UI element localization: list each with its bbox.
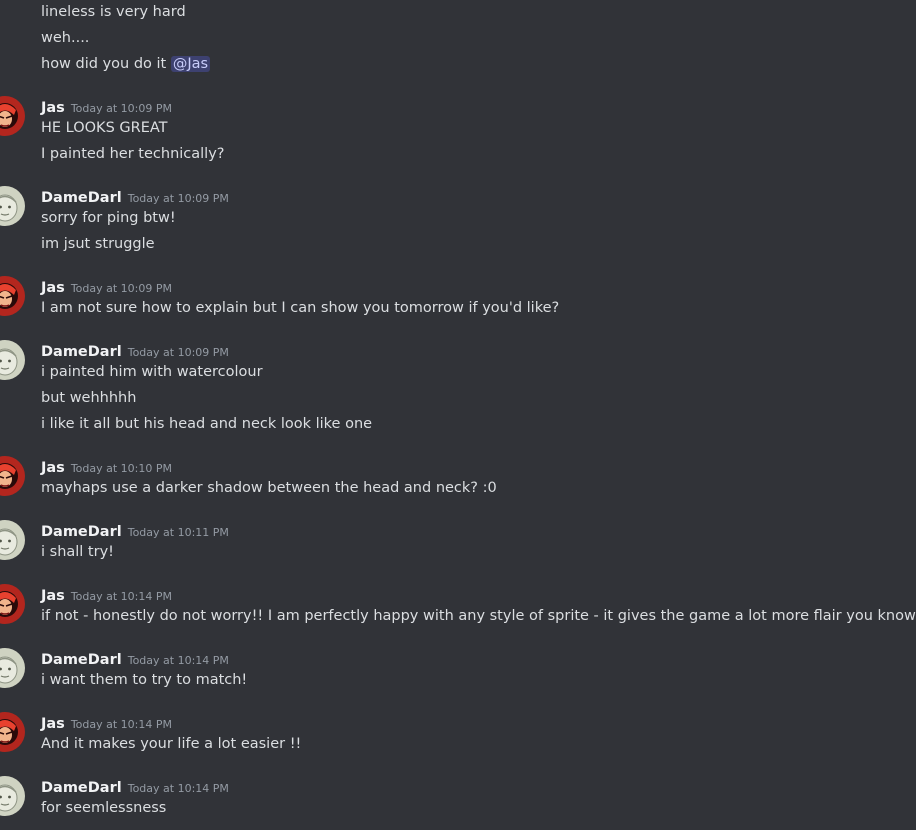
message-content: but wehhhhh — [41, 389, 136, 407]
jas-avatar[interactable] — [0, 584, 25, 624]
author-name[interactable]: Jas — [41, 588, 65, 604]
damedarl-avatar[interactable] — [0, 340, 25, 380]
message-text: i like it all but his head and neck look… — [41, 416, 373, 432]
message-list: lineless is very hard weh.... how did you … — [0, 0, 916, 830]
message-timestamp[interactable]: Today at 10:14 PM — [128, 782, 229, 795]
message-timestamp[interactable]: Today at 10:14 PM — [71, 590, 172, 603]
message-text: but wehhhhh — [41, 390, 137, 406]
message-timestamp[interactable]: Today at 10:14 PM — [71, 718, 172, 731]
author-name[interactable]: Jas — [41, 460, 65, 476]
author-name[interactable]: DameDarl — [41, 652, 122, 668]
message-text: sorry for ping btw! — [41, 210, 176, 226]
message-header: DameDarl Today at 10:09 PM — [41, 342, 229, 362]
message-content: mayhaps use a darker shadow between the … — [41, 479, 497, 497]
message-content: i want them to try to match! — [41, 671, 247, 689]
jas-avatar[interactable] — [0, 276, 25, 316]
message-content: lineless is very hard — [41, 3, 186, 21]
message-header: DameDarl Today at 10:14 PM — [41, 650, 229, 670]
author-name[interactable]: DameDarl — [41, 780, 122, 796]
message-content: i shall try! — [41, 543, 114, 561]
message-content: i like it all but his head and neck look… — [41, 415, 372, 433]
message-content: HE LOOKS GREAT — [41, 119, 168, 137]
message-timestamp[interactable]: Today at 10:09 PM — [128, 192, 229, 205]
message-content: sorry for ping btw! — [41, 209, 176, 227]
message-text: mayhaps use a darker shadow between the … — [41, 480, 497, 496]
message-content: im jsut struggle — [41, 235, 155, 253]
message-timestamp[interactable]: Today at 10:09 PM — [71, 102, 172, 115]
message-text: lineless is very hard — [41, 4, 186, 20]
message-text: I am not sure how to explain but I can s… — [41, 300, 560, 316]
message-content: for seemlessness — [41, 799, 166, 817]
author-name[interactable]: DameDarl — [41, 344, 122, 360]
message-text: And it makes your life a lot easier !! — [41, 736, 302, 752]
message-text: i want them to try to match! — [41, 672, 248, 688]
message-text: im jsut struggle — [41, 236, 155, 252]
message-text: i painted him with watercolour — [41, 364, 263, 380]
message-content: And it makes your life a lot easier !! — [41, 735, 301, 753]
message-text: weh.... — [41, 30, 90, 46]
message-timestamp[interactable]: Today at 10:10 PM — [71, 462, 172, 475]
message-timestamp[interactable]: Today at 10:14 PM — [128, 654, 229, 667]
message-header: Jas Today at 10:09 PM — [41, 98, 172, 118]
message-timestamp[interactable]: Today at 10:09 PM — [128, 346, 229, 359]
message-text: i shall try! — [41, 544, 114, 560]
message-header: Jas Today at 10:14 PM — [41, 586, 172, 606]
author-name[interactable]: DameDarl — [41, 190, 122, 206]
message-content: I am not sure how to explain but I can s… — [41, 299, 559, 317]
message-text: I painted her technically? — [41, 146, 225, 162]
author-name[interactable]: DameDarl — [41, 524, 122, 540]
author-name[interactable]: Jas — [41, 716, 65, 732]
message-text: if not - honestly do not worry!! I am pe… — [41, 608, 916, 624]
jas-avatar[interactable] — [0, 712, 25, 752]
message-content: how did you do it @Jas — [41, 55, 211, 73]
message-header: DameDarl Today at 10:09 PM — [41, 188, 229, 208]
message-text: for seemlessness — [41, 800, 167, 816]
jas-avatar[interactable] — [0, 456, 25, 496]
damedarl-avatar[interactable] — [0, 186, 25, 226]
message-content: I painted her technically? — [41, 145, 224, 163]
message-text: HE LOOKS GREAT — [41, 120, 168, 136]
message-header: DameDarl Today at 10:11 PM — [41, 522, 229, 542]
author-name[interactable]: Jas — [41, 280, 65, 296]
damedarl-avatar[interactable] — [0, 776, 25, 816]
message-text: how did you do it — [41, 56, 171, 72]
damedarl-avatar[interactable] — [0, 520, 25, 560]
message-header: Jas Today at 10:14 PM — [41, 714, 172, 734]
damedarl-avatar[interactable] — [0, 648, 25, 688]
user-mention[interactable]: @Jas — [170, 56, 211, 72]
message-content: weh.... — [41, 29, 89, 47]
message-content: if not - honestly do not worry!! I am pe… — [41, 607, 916, 625]
message-content: i painted him with watercolour — [41, 363, 263, 381]
message-header: Jas Today at 10:09 PM — [41, 278, 172, 298]
message-timestamp[interactable]: Today at 10:09 PM — [71, 282, 172, 295]
message-header: Jas Today at 10:10 PM — [41, 458, 172, 478]
message-timestamp[interactable]: Today at 10:11 PM — [128, 526, 229, 539]
jas-avatar[interactable] — [0, 96, 25, 136]
author-name[interactable]: Jas — [41, 100, 65, 116]
message-header: DameDarl Today at 10:14 PM — [41, 778, 229, 798]
